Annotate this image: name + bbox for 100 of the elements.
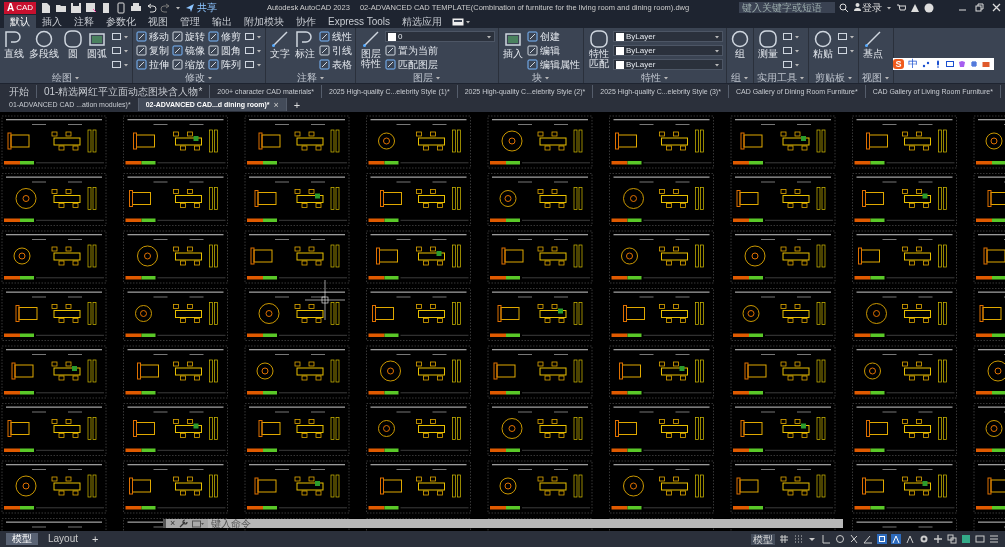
keyboard-icon[interactable]	[946, 60, 954, 68]
panel-title-button[interactable]: 视图	[862, 72, 890, 83]
caret-icon[interactable]	[743, 74, 749, 81]
annotation-scale-icon[interactable]	[891, 534, 901, 544]
layout-tab[interactable]: 模型	[6, 533, 38, 545]
fullscreen-icon[interactable]	[975, 534, 985, 544]
toolbox-icon[interactable]	[982, 60, 990, 68]
ribbon-tool-button[interactable]: 圆弧	[86, 30, 108, 59]
snap-icon[interactable]	[793, 534, 803, 544]
ribbon-icon-button[interactable]	[244, 58, 262, 71]
panel-title-button[interactable]: 实用工具	[757, 72, 805, 83]
ribbon-tab[interactable]: 输出	[206, 15, 238, 28]
ribbon-tool-button[interactable]: 图层特性	[359, 30, 382, 69]
caret-icon[interactable]	[884, 74, 890, 81]
ortho-icon[interactable]	[821, 534, 831, 544]
ribbon-tool-button[interactable]: 直线	[3, 30, 25, 59]
panel-title-button[interactable]: 图层	[359, 72, 495, 83]
ribbon-tab[interactable]: 管理	[174, 15, 206, 28]
command-history-icon[interactable]	[192, 519, 205, 528]
ribbon-tool-button[interactable]: 匹配图层	[385, 58, 495, 71]
caret-icon[interactable]	[318, 74, 325, 81]
caret-icon[interactable]	[486, 33, 492, 40]
hardware-icon[interactable]	[961, 534, 971, 544]
ribbon-icon-button[interactable]	[782, 58, 800, 71]
property-dropdown[interactable]: ByLayer	[613, 59, 723, 70]
ribbon-tool-button[interactable]: 移动	[136, 30, 169, 43]
new-tab-button[interactable]: +	[286, 98, 308, 111]
ribbon-tool-button[interactable]: 修剪	[208, 30, 241, 43]
menu-icon[interactable]	[989, 534, 999, 544]
ribbon-tool-button[interactable]: 创建	[527, 30, 580, 43]
caret-icon[interactable]	[435, 74, 441, 81]
restore-icon[interactable]	[975, 3, 984, 12]
panel-title-button[interactable]: 块	[502, 72, 580, 83]
ribbon-icon-button[interactable]	[111, 44, 129, 57]
close-command-button[interactable]: ×	[170, 519, 176, 528]
ribbon-tool-button[interactable]: 圆	[63, 30, 83, 59]
new-layout-button[interactable]: +	[88, 533, 103, 545]
isolate-icon[interactable]	[947, 534, 957, 544]
caret-icon[interactable]	[663, 74, 669, 81]
panel-title-button[interactable]: 组	[730, 72, 750, 83]
panel-toggle-icon[interactable]	[452, 17, 465, 26]
panel-title-button[interactable]: 绘图	[3, 72, 129, 83]
print-icon[interactable]	[130, 1, 143, 14]
wrench-icon[interactable]	[179, 519, 189, 528]
ribbon-tool-button[interactable]: 置为当前	[385, 44, 495, 57]
ribbon-tab[interactable]: Express Tools	[322, 15, 397, 28]
skin-icon[interactable]	[958, 60, 966, 68]
ribbon-tool-button[interactable]: 表格	[319, 58, 352, 71]
angle-icon[interactable]	[863, 534, 873, 544]
polar-icon[interactable]	[835, 534, 845, 544]
ribbon-tool-button[interactable]: 特性匹配	[587, 30, 610, 69]
ribbon-tool-button[interactable]: 圆角	[208, 44, 241, 57]
panel-title-button[interactable]: 注释	[269, 72, 352, 83]
caret-icon[interactable]	[886, 4, 892, 11]
ribbon-tool-button[interactable]: 编辑	[527, 44, 580, 57]
ribbon-tool-button[interactable]: 复制	[136, 44, 169, 57]
ribbon-tab[interactable]: 注释	[68, 15, 100, 28]
layout-tab[interactable]: Layout	[42, 533, 85, 545]
punctuation-icon[interactable]	[922, 60, 930, 68]
ribbon-icon-button[interactable]	[782, 30, 800, 43]
caret-icon[interactable]	[175, 4, 182, 11]
caret-icon[interactable]	[207, 74, 213, 81]
ribbon-tool-button[interactable]: 缩放	[172, 58, 205, 71]
ribbon-tool-button[interactable]: 标注	[294, 30, 316, 59]
ribbon-icon-button[interactable]	[244, 44, 262, 57]
panel-title-button[interactable]: 修改	[136, 72, 262, 83]
caret-icon[interactable]	[544, 74, 550, 81]
tab-close-button[interactable]: ×	[273, 99, 279, 110]
ribbon-icon-button[interactable]	[111, 30, 129, 43]
share-button[interactable]: 共享	[185, 0, 218, 15]
ribbon-tab[interactable]: 插入	[36, 15, 68, 28]
save-as-icon[interactable]	[85, 1, 98, 14]
ribbon-tool-button[interactable]: 基点	[862, 30, 884, 59]
search-field[interactable]: 键入关键字或短语	[739, 2, 835, 13]
plus-icon[interactable]	[933, 534, 943, 544]
ribbon-tool-button[interactable]: 文字	[269, 30, 291, 59]
undo-icon[interactable]	[145, 1, 158, 14]
ribbon-tool-button[interactable]: 编辑属性	[527, 58, 580, 71]
search-icon[interactable]	[839, 2, 849, 13]
caret-icon[interactable]	[846, 74, 853, 81]
ribbon-icon-button[interactable]	[244, 30, 262, 43]
ribbon-tool-button[interactable]: 引线	[319, 44, 352, 57]
caret-icon[interactable]	[74, 74, 80, 81]
panel-title-button[interactable]: 剪贴板	[812, 72, 855, 83]
close-icon[interactable]	[992, 3, 1001, 12]
ribbon-tab[interactable]: 默认	[4, 15, 36, 28]
ribbon-tool-button[interactable]: 测量	[757, 30, 779, 59]
ribbon-tab[interactable]: 参数化	[100, 15, 142, 28]
ribbon-icon-button[interactable]	[782, 44, 800, 57]
ime-mode-toggle[interactable]: 中	[908, 59, 918, 69]
property-dropdown[interactable]: ByLayer	[613, 31, 723, 42]
ribbon-tool-button[interactable]: 多段线	[28, 30, 60, 59]
save-icon[interactable]	[70, 1, 83, 14]
command-input-field[interactable]: 键入命令	[208, 519, 843, 528]
sign-in-button[interactable]: 登录	[853, 0, 882, 15]
model-space-button[interactable]: 模型	[751, 533, 775, 545]
ribbon-tool-button[interactable]: 线性	[319, 30, 352, 43]
ribbon-icon-button[interactable]	[837, 44, 855, 57]
annotation-visibility-icon[interactable]	[905, 534, 915, 544]
ribbon-tool-button[interactable]: 镜像	[172, 44, 205, 57]
